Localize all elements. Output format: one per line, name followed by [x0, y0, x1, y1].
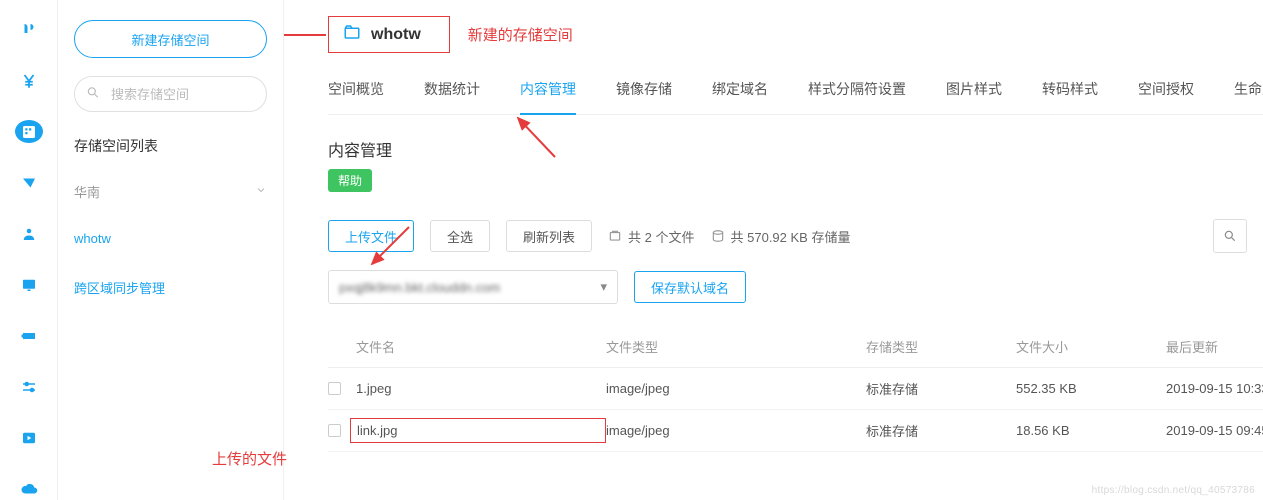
cell-size: 552.35 KB — [1016, 381, 1166, 396]
cloud-icon[interactable] — [15, 477, 43, 500]
refresh-button[interactable]: 刷新列表 — [506, 220, 592, 252]
col-type: 文件类型 — [606, 337, 866, 356]
file-count-text: 共 2 个文件 — [628, 227, 694, 246]
new-bucket-button[interactable]: 新建存储空间 — [74, 20, 267, 58]
folder-icon — [343, 23, 361, 46]
file-count-stat: 共 2 个文件 — [608, 227, 694, 246]
bucket-list-title: 存储空间列表 — [74, 136, 267, 156]
table-row[interactable]: link.jpgimage/jpeg标准存储18.56 KB2019-09-15… — [328, 410, 1263, 452]
icon-rail — [0, 0, 58, 500]
storage-icon[interactable] — [15, 120, 43, 143]
monitor-icon[interactable] — [15, 273, 43, 296]
sidebar: 新建存储空间 存储空间列表 华南 whotw 跨区域同步管理 — [58, 0, 284, 500]
cell-updated: 2019-09-15 10:33:04 — [1166, 381, 1263, 396]
col-name: 文件名 — [356, 337, 606, 356]
main: whotw 新建的存储空间 空间概览数据统计内容管理镜像存储绑定域名样式分隔符设… — [284, 0, 1263, 500]
tab-2[interactable]: 内容管理 — [520, 79, 576, 115]
cell-storage: 标准存储 — [866, 379, 1016, 398]
tab-5[interactable]: 样式分隔符设置 — [808, 79, 906, 114]
ticket-icon[interactable] — [15, 324, 43, 347]
logo-icon[interactable] — [15, 18, 43, 41]
cell-storage: 标准存储 — [866, 421, 1016, 440]
row-checkbox[interactable] — [328, 424, 341, 437]
arrow-annotation — [284, 20, 328, 53]
cell-name: link.jpg — [350, 418, 606, 443]
col-storage: 存储类型 — [866, 337, 1016, 356]
watermark: https://blog.csdn.net/qq_40573786 — [1092, 485, 1255, 496]
save-domain-button[interactable]: 保存默认域名 — [634, 271, 746, 303]
domain-select[interactable]: pxqj8k9mn.bkt.clouddn.com ▾ — [328, 270, 618, 304]
table-row[interactable]: 1.jpegimage/jpeg标准存储552.35 KB2019-09-15 … — [328, 368, 1263, 410]
cell-updated: 2019-09-15 09:45:39 — [1166, 423, 1263, 438]
help-badge[interactable]: 帮助 — [328, 169, 372, 192]
search-input[interactable] — [74, 76, 267, 112]
cross-region-link[interactable]: 跨区域同步管理 — [74, 270, 267, 305]
cdn-icon[interactable] — [15, 171, 43, 194]
sliders-icon[interactable] — [15, 375, 43, 398]
tab-0[interactable]: 空间概览 — [328, 79, 384, 114]
region-label: 华南 — [74, 182, 100, 201]
storage-text: 共 570.92 KB 存储量 — [731, 227, 851, 246]
select-all-button[interactable]: 全选 — [430, 220, 490, 252]
bucket-name-box: whotw — [328, 16, 450, 53]
yen-icon[interactable] — [15, 69, 43, 92]
caret-down-icon: ▾ — [600, 279, 607, 295]
storage-stat: 共 570.92 KB 存储量 — [711, 227, 851, 246]
table-search-button[interactable] — [1213, 219, 1247, 253]
tab-1[interactable]: 数据统计 — [424, 79, 480, 114]
tab-7[interactable]: 转码样式 — [1042, 79, 1098, 114]
tab-8[interactable]: 空间授权 — [1138, 79, 1194, 114]
user-icon[interactable] — [15, 222, 43, 245]
col-updated: 最后更新 — [1166, 337, 1263, 356]
file-table: 文件名 文件类型 存储类型 文件大小 最后更新 1.jpegimage/jpeg… — [328, 326, 1263, 452]
region-selector[interactable]: 华南 — [74, 174, 267, 209]
play-icon[interactable] — [15, 426, 43, 449]
tab-9[interactable]: 生命周 — [1234, 79, 1263, 114]
chevron-down-icon — [255, 184, 267, 199]
content-title: 内容管理 — [328, 137, 1263, 161]
cell-size: 18.56 KB — [1016, 423, 1166, 438]
bucket-name: whotw — [371, 26, 421, 44]
tab-6[interactable]: 图片样式 — [946, 79, 1002, 114]
tab-3[interactable]: 镜像存储 — [616, 79, 672, 114]
row-checkbox[interactable] — [328, 382, 341, 395]
col-size: 文件大小 — [1016, 337, 1166, 356]
annotation-uploaded-files: 上传的文件 — [212, 448, 287, 469]
tabs: 空间概览 数据统计 内容管理 镜像存储 绑定域名 样式分隔符设置 图片样式 转码样式 空间授权 生… — [328, 79, 1263, 115]
cell-type: image/jpeg — [606, 423, 866, 438]
cell-name: 1.jpeg — [356, 381, 606, 396]
sidebar-bucket-link[interactable]: whotw — [74, 223, 267, 270]
cell-type: image/jpeg — [606, 381, 866, 396]
upload-button[interactable]: 上传文件 — [328, 220, 414, 252]
domain-value: pxqj8k9mn.bkt.clouddn.com — [339, 280, 500, 295]
annotation-new-bucket: 新建的存储空间 — [468, 24, 573, 45]
tab-4[interactable]: 绑定域名 — [712, 79, 768, 114]
search-icon — [86, 86, 100, 103]
